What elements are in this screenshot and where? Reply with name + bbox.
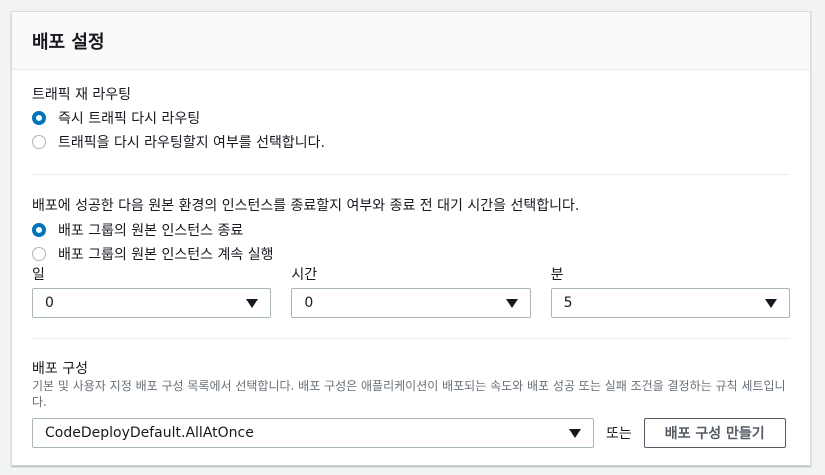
config-row: CodeDeployDefault.AllAtOnce 또는 배포 구성 만들기 — [32, 418, 790, 448]
termination-label: 배포에 성공한 다음 원본 환경의 인스턴스를 종료할지 여부와 종료 전 대기… — [32, 198, 580, 214]
radio-label: 트래픽을 다시 라우팅할지 여부를 선택합니다. — [58, 135, 325, 151]
minutes-select[interactable]: 5 — [550, 288, 790, 318]
panel-header: 배포 설정 — [12, 12, 810, 70]
radio-keep-running[interactable]: 배포 그룹의 원본 인스턴스 계속 실행 — [32, 243, 790, 265]
days-field: 일 0 — [32, 265, 272, 318]
config-section: 배포 구성 기본 및 사용자 지정 배포 구성 목록에서 선택합니다. 배포 구… — [32, 339, 790, 448]
hours-field: 시간 0 — [291, 265, 531, 318]
caret-down-icon — [505, 298, 518, 308]
radio-label: 배포 그룹의 원본 인스턴스 종료 — [58, 223, 244, 239]
hours-label: 시간 — [291, 267, 318, 283]
minutes-field: 분 5 — [550, 265, 790, 318]
wait-time-selects: 일 0 시간 0 분 5 — [32, 265, 790, 318]
config-label: 배포 구성 — [32, 361, 88, 377]
termination-section: 배포에 성공한 다음 원본 환경의 인스턴스를 종료할지 여부와 종료 전 대기… — [32, 175, 790, 318]
hours-value: 0 — [304, 295, 314, 311]
radio-checked-icon — [32, 111, 46, 125]
config-description: 기본 및 사용자 지정 배포 구성 목록에서 선택합니다. 배포 구성은 애플리… — [32, 379, 786, 409]
panel-title: 배포 설정 — [32, 31, 105, 53]
panel-body: 트래픽 재 라우팅 즉시 트래픽 다시 라우팅 트래픽을 다시 라우팅할지 여부… — [12, 70, 810, 448]
radio-unchecked-icon — [32, 247, 46, 261]
traffic-section: 트래픽 재 라우팅 즉시 트래픽 다시 라우팅 트래픽을 다시 라우팅할지 여부… — [32, 70, 790, 153]
minutes-label: 분 — [550, 267, 564, 283]
caret-down-icon — [246, 298, 259, 308]
or-text: 또는 — [606, 426, 632, 442]
days-label: 일 — [32, 267, 45, 283]
radio-choose-reroute[interactable]: 트래픽을 다시 라우팅할지 여부를 선택합니다. — [32, 131, 790, 153]
radio-label: 배포 그룹의 원본 인스턴스 계속 실행 — [58, 247, 274, 263]
traffic-label: 트래픽 재 라우팅 — [32, 87, 132, 103]
deployment-config-select[interactable]: CodeDeployDefault.AllAtOnce — [32, 418, 594, 448]
minutes-value: 5 — [563, 295, 573, 311]
caret-down-icon — [764, 298, 777, 308]
hours-select[interactable]: 0 — [291, 288, 531, 318]
config-value: CodeDeployDefault.AllAtOnce — [45, 425, 254, 441]
days-select[interactable]: 0 — [32, 288, 272, 318]
radio-label: 즉시 트래픽 다시 라우팅 — [58, 111, 201, 127]
radio-unchecked-icon — [32, 135, 46, 149]
create-deployment-config-button[interactable]: 배포 구성 만들기 — [643, 418, 786, 448]
days-value: 0 — [45, 295, 54, 311]
caret-down-icon — [569, 428, 581, 438]
radio-reroute-immediately[interactable]: 즉시 트래픽 다시 라우팅 — [32, 107, 790, 129]
radio-checked-icon — [32, 223, 46, 237]
deployment-settings-panel: 배포 설정 트래픽 재 라우팅 즉시 트래픽 다시 라우팅 트래픽을 다시 라우… — [11, 11, 811, 466]
radio-terminate-original[interactable]: 배포 그룹의 원본 인스턴스 종료 — [32, 219, 790, 241]
